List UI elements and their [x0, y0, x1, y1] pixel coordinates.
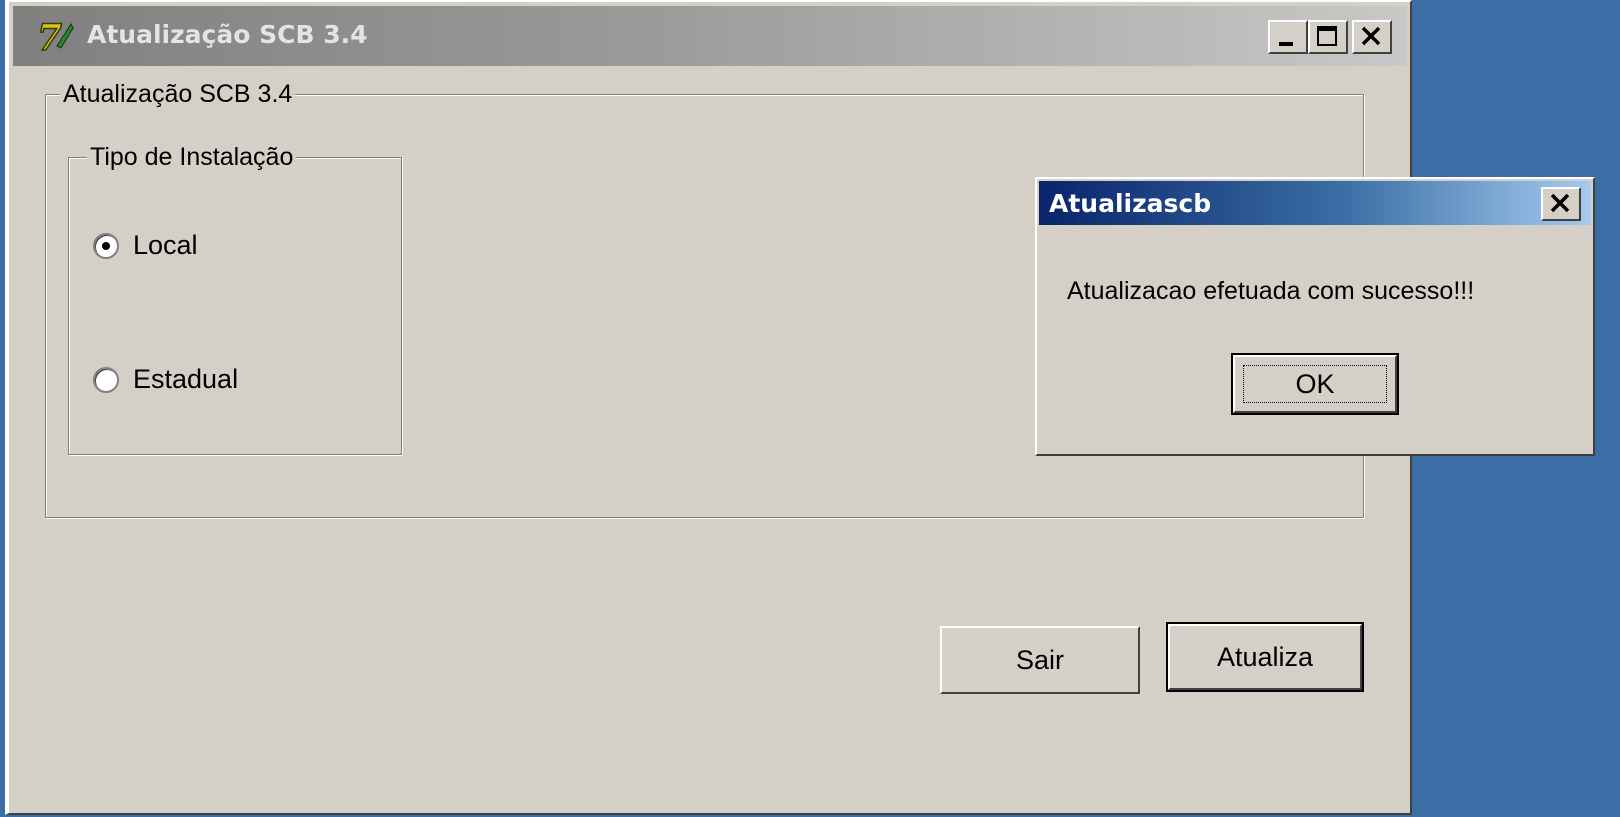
install-type-label: Tipo de Instalação: [87, 143, 297, 171]
maximize-icon: [1317, 26, 1337, 46]
radio-estadual-indicator[interactable]: [93, 366, 119, 393]
radio-local[interactable]: Local: [93, 230, 198, 261]
radio-local-label[interactable]: Local: [133, 230, 198, 261]
radio-local-indicator[interactable]: [93, 232, 119, 259]
dialog-title: Atualizascb: [1049, 189, 1212, 218]
install-type-groupbox: Tipo de Instalação Local Estadual: [68, 143, 402, 455]
minimize-icon: [1279, 42, 1293, 46]
minimize-button[interactable]: [1268, 20, 1308, 54]
update-groupbox-label: Atualização SCB 3.4: [60, 80, 296, 108]
radio-estadual-label[interactable]: Estadual: [133, 364, 238, 395]
exit-button[interactable]: Sair: [940, 626, 1140, 694]
app-7-icon: 7: [36, 16, 74, 56]
radio-selected-dot: [102, 241, 110, 250]
dialog-message: Atualizacao efetuada com sucesso!!!: [1067, 277, 1475, 305]
dialog-close-button[interactable]: [1541, 187, 1581, 221]
ok-button-label: OK: [1243, 365, 1387, 403]
close-icon: [1550, 193, 1570, 213]
window-title: Atualização SCB 3.4: [87, 20, 368, 49]
svg-text:7: 7: [37, 17, 62, 56]
dialog-title-bar[interactable]: Atualizascb: [1039, 181, 1591, 225]
title-bar[interactable]: 7 Atualização SCB 3.4: [13, 6, 1406, 66]
close-icon: [1361, 26, 1381, 46]
message-dialog: Atualizascb Atualizacao efetuada com suc…: [1035, 177, 1595, 456]
update-button[interactable]: Atualiza: [1166, 622, 1364, 692]
maximize-button[interactable]: [1308, 20, 1348, 54]
close-button[interactable]: [1352, 20, 1392, 54]
radio-estadual[interactable]: Estadual: [93, 364, 238, 395]
ok-button[interactable]: OK: [1231, 353, 1399, 415]
